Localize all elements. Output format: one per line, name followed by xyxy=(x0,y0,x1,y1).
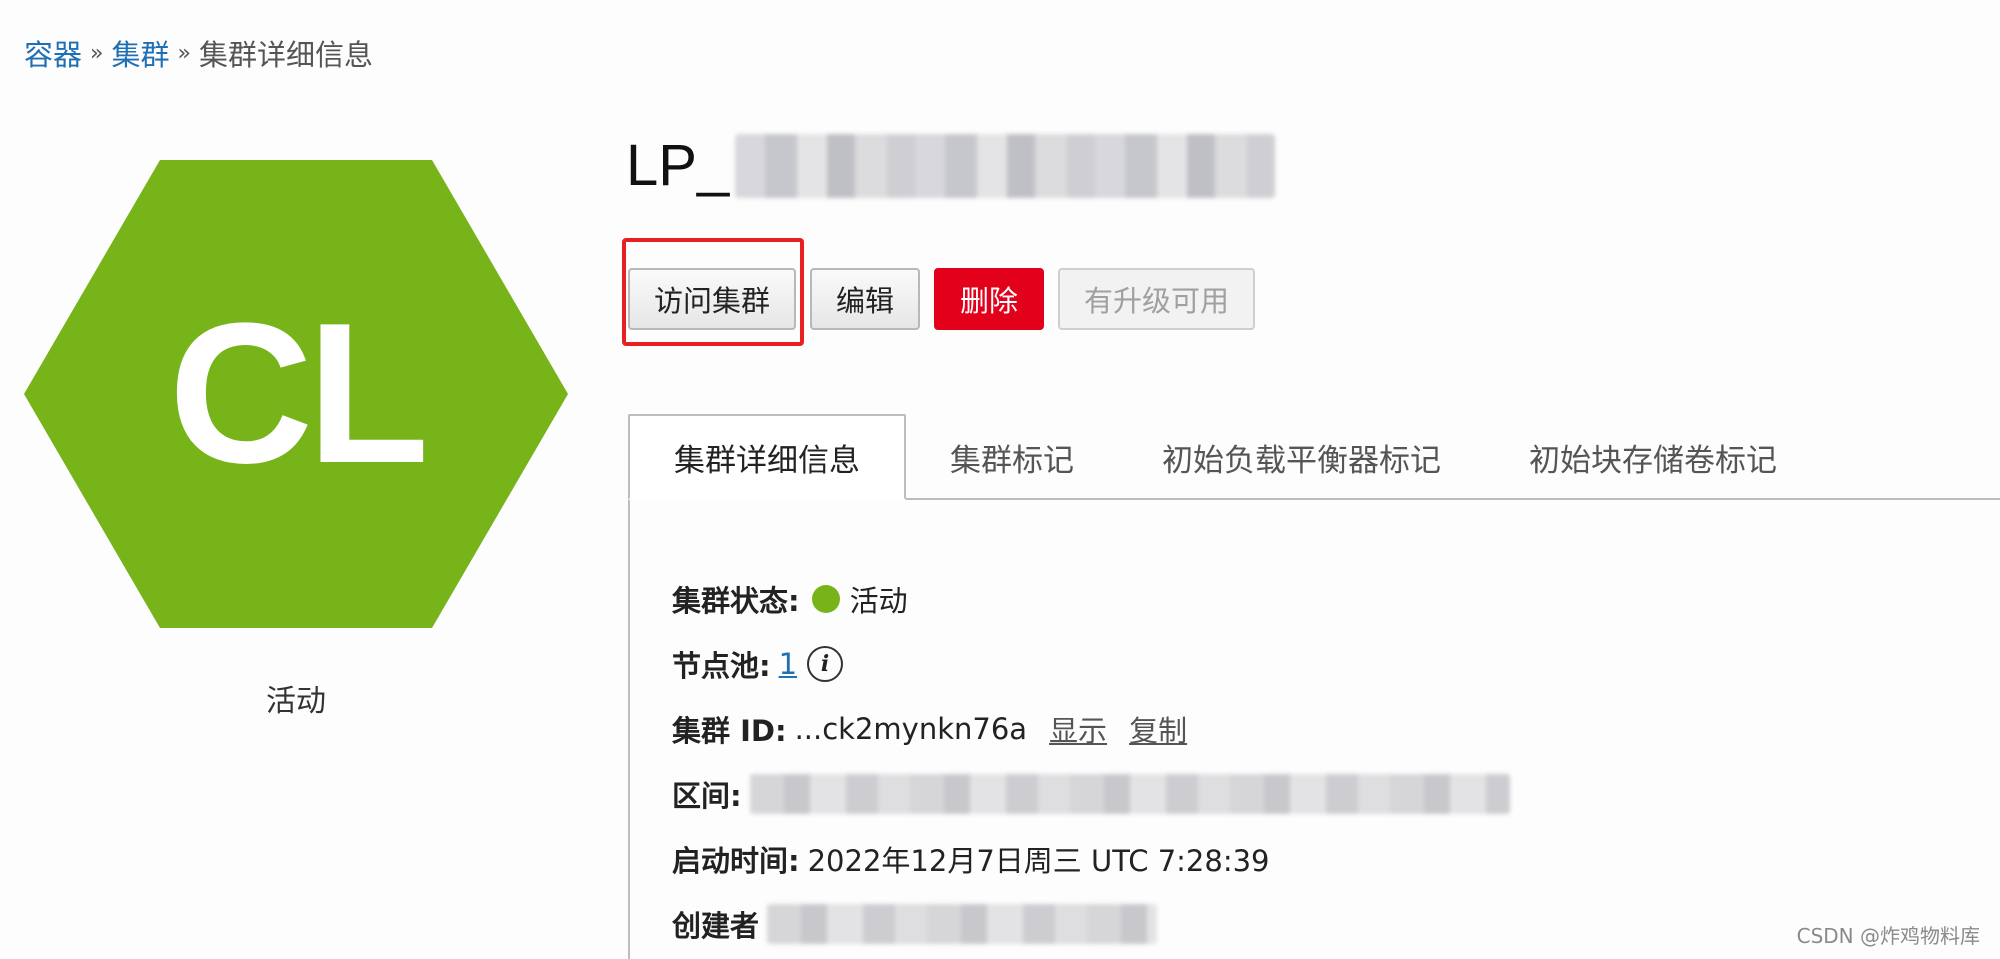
tab-cluster-details[interactable]: 集群详细信息 xyxy=(628,414,906,500)
cluster-logo-status: 活动 xyxy=(266,684,326,719)
detail-row-nodepool: 节点池: 1 i xyxy=(672,631,1510,696)
region-label: 区间: xyxy=(672,778,742,813)
started-label: 启动时间: xyxy=(672,843,800,878)
status-dot-icon xyxy=(811,584,840,613)
redacted-cluster-name xyxy=(735,133,1276,198)
cluster-title: LP_ xyxy=(626,132,1276,199)
access-cluster-button[interactable]: 访问集群 xyxy=(628,268,797,330)
delete-button[interactable]: 删除 xyxy=(934,268,1045,330)
creator-label: 创建者 xyxy=(672,908,760,943)
panel-left-border xyxy=(628,498,630,959)
watermark: CSDN @炸鸡物料库 xyxy=(1796,924,1980,948)
cluster-name-prefix: LP_ xyxy=(626,133,730,198)
breadcrumb: 容器 » 集群 » 集群详细信息 xyxy=(24,32,373,74)
cluster-details-panel: 集群状态: 活动 节点池: 1 i 集群 ID: ...ck2mynkn76a … xyxy=(672,566,1510,956)
started-value: 2022年12月7日周三 UTC 7:28:39 xyxy=(807,843,1270,878)
upgrade-available-button: 有升级可用 xyxy=(1058,268,1256,330)
breadcrumb-separator: » xyxy=(177,40,191,66)
status-value: 活动 xyxy=(849,583,908,618)
breadcrumb-separator: » xyxy=(90,40,104,66)
cluster-id-label: 集群 ID: xyxy=(672,713,787,748)
nodepool-label: 节点池: xyxy=(672,648,771,683)
detail-row-status: 集群状态: 活动 xyxy=(672,566,1510,631)
edit-button[interactable]: 编辑 xyxy=(810,268,921,330)
breadcrumb-containers[interactable]: 容器 xyxy=(24,32,82,74)
tab-initial-lb-tags[interactable]: 初始负载平衡器标记 xyxy=(1118,414,1485,500)
tab-bar: 集群详细信息 集群标记 初始负载平衡器标记 初始块存储卷标记 xyxy=(628,414,1821,500)
detail-row-creator: 创建者 xyxy=(672,891,1510,956)
action-toolbar: 访问集群 编辑 删除 有升级可用 xyxy=(628,268,1256,330)
breadcrumb-clusters[interactable]: 集群 xyxy=(111,32,169,74)
redacted-creator-value xyxy=(767,903,1158,944)
status-label: 集群状态: xyxy=(672,583,800,618)
cluster-detail-page: 容器 » 集群 » 集群详细信息 CL 活动 LP_ 访问集群 编辑 删除 有升… xyxy=(0,0,2000,959)
detail-row-started: 启动时间: 2022年12月7日周三 UTC 7:28:39 xyxy=(672,826,1510,891)
redacted-region-value xyxy=(749,773,1510,814)
nodepool-count-link[interactable]: 1 xyxy=(779,647,797,681)
show-id-link[interactable]: 显示 xyxy=(1049,708,1107,750)
cluster-id-value: ...ck2mynkn76a xyxy=(794,711,1028,746)
breadcrumb-current: 集群详细信息 xyxy=(198,38,373,72)
info-icon[interactable]: i xyxy=(807,645,844,682)
tab-cluster-tags[interactable]: 集群标记 xyxy=(906,414,1118,500)
tab-initial-block-volume-tags[interactable]: 初始块存储卷标记 xyxy=(1485,414,1821,500)
cluster-hexagon-logo: CL xyxy=(24,160,568,628)
detail-row-cluster-id: 集群 ID: ...ck2mynkn76a 显示 复制 xyxy=(672,696,1510,761)
detail-row-region: 区间: xyxy=(672,761,1510,826)
cluster-initials: CL xyxy=(168,282,430,505)
copy-id-link[interactable]: 复制 xyxy=(1129,708,1187,750)
